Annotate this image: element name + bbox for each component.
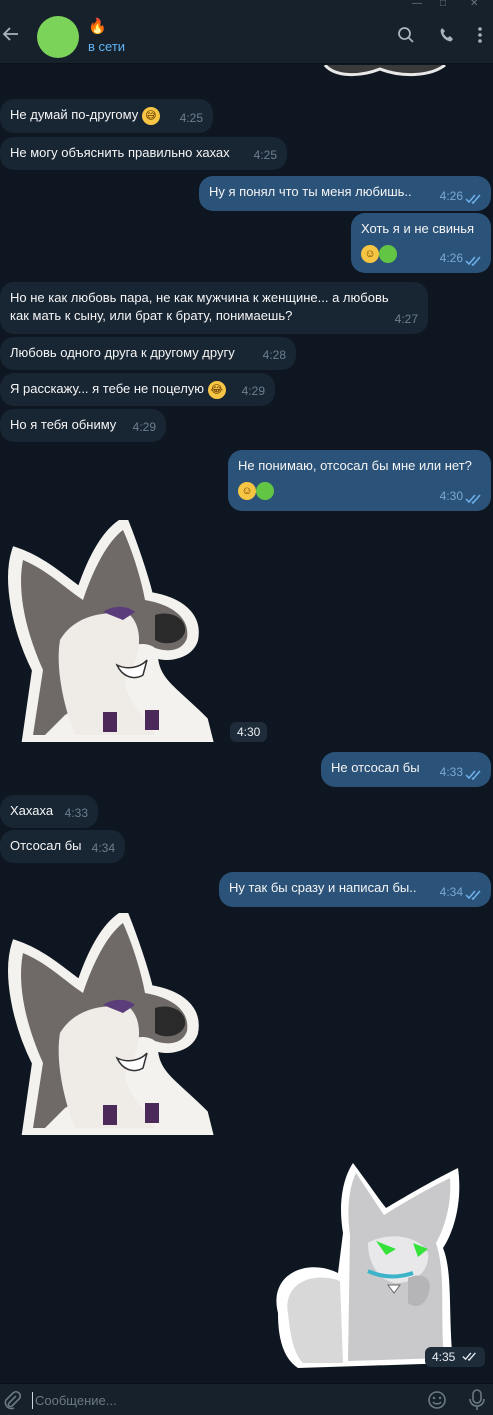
message-incoming[interactable]: Хахаха 4:33: [0, 795, 98, 828]
double-check-icon: [465, 770, 481, 780]
message-time: 4:26: [439, 251, 463, 265]
double-check-icon: [465, 890, 481, 900]
emoji-icon[interactable]: [427, 1390, 447, 1415]
message-input[interactable]: Сообщение...: [35, 1393, 117, 1408]
message-text: Не думай по-другому: [10, 107, 139, 122]
rofl-emoji: ☺: [361, 244, 379, 263]
message-incoming[interactable]: Но я тебя обниму 4:29: [0, 409, 166, 442]
message-outgoing[interactable]: Ну так бы сразу и написал бы.. 4:34: [219, 872, 491, 907]
message-text: Хахаха: [10, 803, 54, 818]
message-text: Я расскажу... я тебе не поцелую: [10, 381, 205, 396]
wolf-sticker[interactable]: [5, 908, 217, 1136]
message-time: 4:33: [439, 765, 463, 779]
window-top-strip: — □ ✕: [0, 0, 493, 9]
message-incoming[interactable]: Отсосал бы 4:34: [0, 830, 125, 863]
phone-icon[interactable]: [438, 26, 456, 49]
message-time: 4:25: [179, 111, 203, 125]
message-incoming[interactable]: Любовь одного друга к другому другу 4:28: [0, 337, 296, 370]
message-text: Но я тебя обниму: [10, 417, 117, 432]
back-arrow-icon[interactable]: [0, 22, 22, 46]
message-time: 4:27: [394, 312, 418, 326]
contact-name[interactable]: 🔥: [88, 17, 107, 35]
message-time: 4:29: [132, 420, 156, 434]
message-input-bar: Сообщение...: [0, 1383, 493, 1415]
message-time: 4:26: [439, 189, 463, 203]
message-text: Но не как любовь пара, не как мужчина к …: [10, 290, 389, 323]
green-circle-emoji: [256, 481, 274, 500]
message-text: Отсосал бы: [10, 838, 82, 853]
fox-sticker[interactable]: [268, 1163, 468, 1370]
chat-header: 🔥 в сети: [0, 8, 493, 64]
sticker-time: 4:35: [425, 1347, 485, 1367]
green-circle-emoji: [379, 244, 397, 263]
message-time: 4:34: [91, 841, 115, 855]
attach-icon[interactable]: [2, 1390, 22, 1415]
message-incoming[interactable]: Я расскажу... я тебе не поцелую 😂 4:29: [0, 373, 275, 406]
wolf-sticker[interactable]: [5, 515, 217, 743]
tears-of-joy-emoji: 😂: [207, 380, 226, 399]
message-text: Ну я понял что ты меня любишь..: [209, 184, 412, 199]
message-text: Любовь одного друга к другому другу: [10, 345, 235, 360]
message-time: 4:30: [439, 489, 463, 503]
double-check-icon: [465, 256, 481, 266]
message-outgoing[interactable]: Хоть я и не свинья ☺ 4:26: [351, 213, 491, 273]
double-check-icon: [465, 494, 481, 504]
message-text: Не понимаю, отсосал бы мне или нет?: [238, 458, 472, 473]
avatar[interactable]: [37, 16, 79, 58]
microphone-icon[interactable]: [469, 1389, 485, 1415]
message-incoming[interactable]: Не думай по-другому 😅 4:25: [0, 99, 213, 133]
message-outgoing[interactable]: Не понимаю, отсосал бы мне или нет? ☺ 4:…: [228, 450, 491, 511]
text-caret: [32, 1392, 33, 1409]
message-incoming[interactable]: Не могу объяснить правильно хахах 4:25: [0, 137, 287, 170]
message-text: Не могу объяснить правильно хахах: [10, 145, 230, 160]
sticker-time: 4:30: [230, 722, 268, 742]
message-time: 4:34: [439, 885, 463, 899]
smile-sweat-emoji: 😅: [141, 106, 160, 125]
message-time: 4:28: [262, 348, 286, 362]
double-check-icon: [462, 1352, 476, 1362]
sticker-partial[interactable]: [320, 63, 450, 77]
message-time: 4:29: [241, 384, 265, 398]
more-icon[interactable]: [477, 26, 483, 49]
message-incoming[interactable]: Но не как любовь пара, не как мужчина к …: [0, 282, 428, 334]
message-outgoing[interactable]: Не отсосал бы 4:33: [321, 752, 491, 787]
sticker-time-text: 4:35: [432, 1350, 456, 1364]
message-text: Хоть я и не свинья: [361, 221, 475, 236]
contact-status: в сети: [88, 39, 126, 54]
rofl-emoji: ☺: [238, 481, 256, 500]
message-time: 4:25: [253, 148, 277, 162]
message-text: Ну так бы сразу и написал бы..: [229, 880, 417, 895]
double-check-icon: [465, 194, 481, 204]
message-time: 4:33: [64, 806, 88, 820]
message-text: Не отсосал бы: [331, 760, 420, 775]
search-icon[interactable]: [397, 26, 415, 49]
message-outgoing[interactable]: Ну я понял что ты меня любишь.. 4:26: [199, 176, 491, 211]
